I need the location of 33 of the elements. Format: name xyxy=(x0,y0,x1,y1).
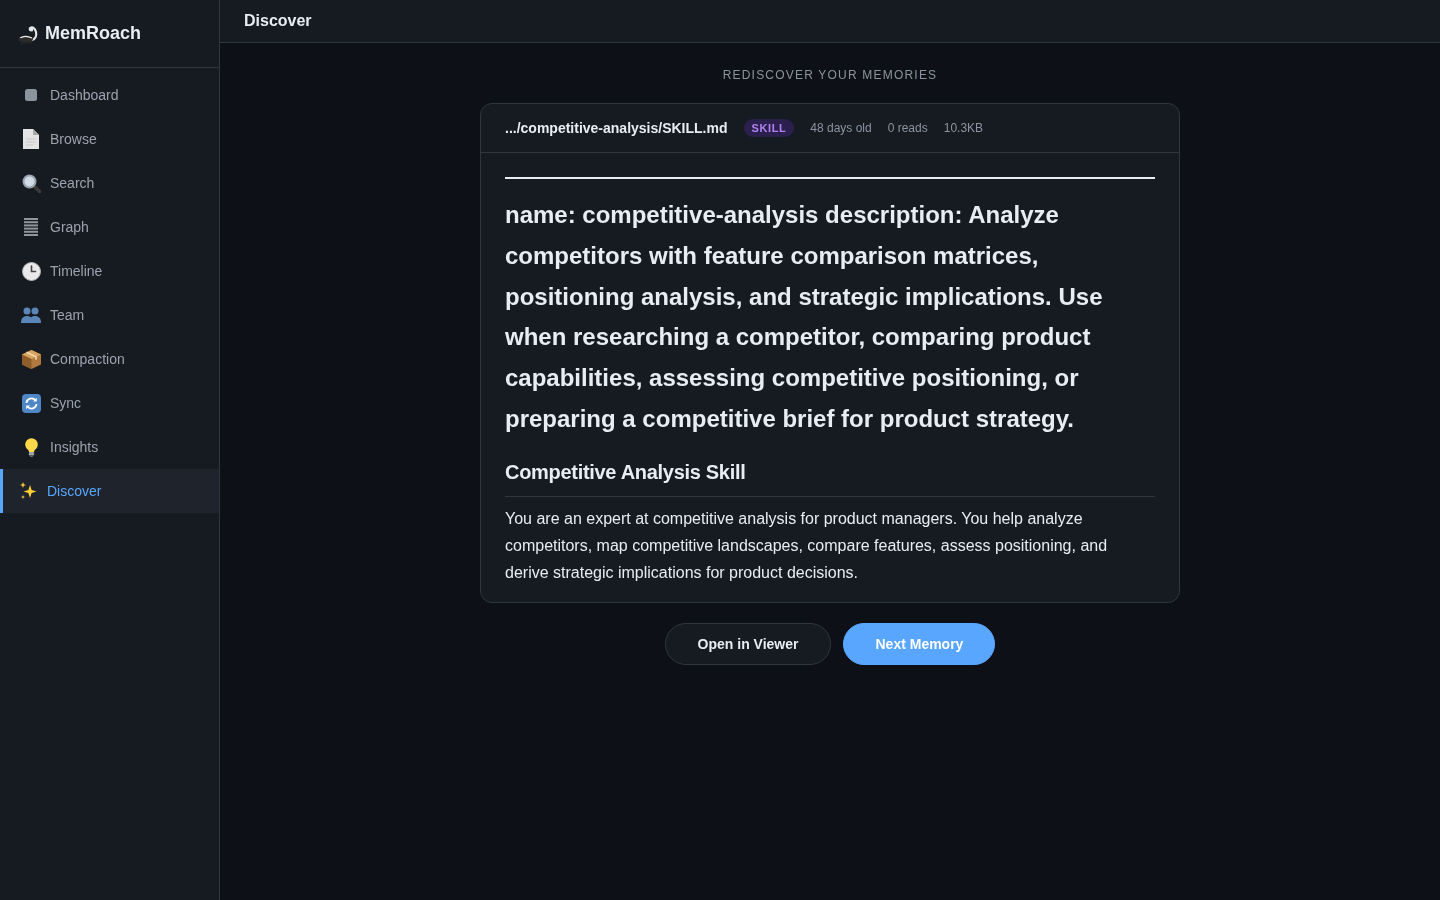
section-title: Competitive Analysis Skill xyxy=(505,459,1155,497)
document-heading: name: competitive-analysis description: Analyze competitors with feature comparison matrices, positioning analysis, and strategic implications. Use when researching a competitor, comparing product capabilities, assessing competitive positioning, or preparing a competitive brief for product strategy. xyxy=(505,200,1104,434)
sidebar-item[interactable]: Search xyxy=(0,161,219,205)
box-icon xyxy=(21,349,41,369)
file-path: .../competitive-analysis/SKILL.md xyxy=(505,120,728,136)
sidebar-item[interactable]: Timeline xyxy=(0,249,219,293)
people-icon xyxy=(21,307,41,323)
light-bulb-icon xyxy=(24,437,38,457)
page-title: Discover xyxy=(244,12,312,30)
meta-text: 10.3KB xyxy=(943,121,984,135)
type-badge: SKILL xyxy=(743,119,795,137)
open-viewer-button[interactable]: Open in Viewer xyxy=(664,622,832,665)
sidebar-item[interactable]: Team xyxy=(0,293,219,337)
document-icon xyxy=(23,129,39,149)
stacked-lines-icon xyxy=(24,218,38,236)
sidebar-item[interactable]: Sync xyxy=(0,381,219,425)
sidebar-item[interactable]: Compaction xyxy=(0,337,219,381)
sidebar-item[interactable]: Browse xyxy=(0,117,219,161)
app-name: MemRoach xyxy=(45,23,142,44)
meta-text: 48 days old xyxy=(810,121,872,135)
search-icon xyxy=(21,173,41,193)
sidebar-item[interactable]: Dashboard xyxy=(0,73,219,117)
sparkles-icon xyxy=(18,481,38,501)
body-paragraph: You are an expert at competitive analysis for product managers. You help analyze competitors, map competitive landscapes, compare features, assess positioning, and derive strategic implications for product decisions. xyxy=(505,508,1109,583)
sidebar-item[interactable]: Insights xyxy=(0,425,219,469)
sidebar-item[interactable]: Discover xyxy=(0,469,219,513)
clock-icon xyxy=(21,261,41,281)
meta-text: 0 reads xyxy=(887,121,928,135)
section-heading: REDISCOVER YOUR MEMORIES xyxy=(722,68,938,82)
square-icon xyxy=(25,89,37,101)
sync-icon xyxy=(21,393,41,413)
skunk-icon xyxy=(18,23,39,44)
sidebar-item[interactable]: Graph xyxy=(0,205,219,249)
